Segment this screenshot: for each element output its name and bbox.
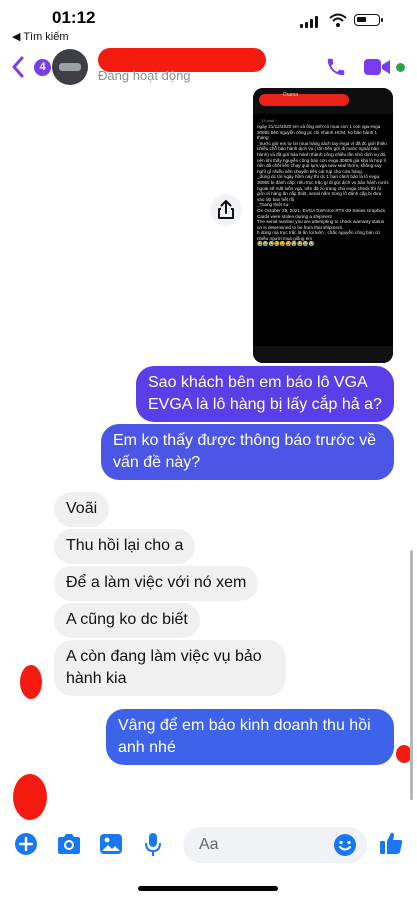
message-composer: Aa xyxy=(0,824,417,868)
attachment-subtitle: 13 phút · xyxy=(261,118,277,123)
image-attachment[interactable]: Drama 13 phút · ngày 21/12/2020 em và ôn… xyxy=(253,88,393,363)
incoming-message[interactable]: Để a làm việc với nó xem xyxy=(54,566,259,601)
share-icon xyxy=(218,200,234,219)
outgoing-message[interactable]: Vâng để em báo kinh doanh thu hồi anh nh… xyxy=(106,709,394,765)
unread-badge: 4 xyxy=(34,59,51,76)
gallery-icon[interactable] xyxy=(99,832,123,856)
phone-call-icon[interactable] xyxy=(325,56,347,78)
plus-icon[interactable] xyxy=(14,832,38,856)
home-indicator xyxy=(138,886,278,891)
camera-icon[interactable] xyxy=(56,832,82,856)
message-input-placeholder: Aa xyxy=(199,836,219,853)
emoji-icon[interactable] xyxy=(333,833,357,857)
attachment-post-text: ngày 21/12/2020 em và ông anh có mua con… xyxy=(257,124,390,247)
battery-icon xyxy=(354,14,383,26)
sender-avatar-redacted xyxy=(20,665,42,699)
wifi-icon xyxy=(329,13,347,27)
attachment-name-redacted xyxy=(259,94,349,106)
back-to-search-link[interactable]: ◀ Tìm kiếm xyxy=(12,30,69,43)
status-bar: 01:12 ◀ Tìm kiếm xyxy=(0,0,417,44)
outgoing-message[interactable]: Sao khách bên em báo lô VGA EVGA là lô h… xyxy=(136,366,394,422)
back-button[interactable]: 4 xyxy=(10,54,51,80)
cellular-signal-icon xyxy=(300,16,320,28)
share-button[interactable] xyxy=(210,194,242,226)
incoming-message[interactable]: A còn đang làm việc vụ bảo hành kia xyxy=(54,640,286,696)
contact-avatar[interactable] xyxy=(52,49,88,85)
active-status: Đang hoạt động xyxy=(98,68,191,83)
incoming-message[interactable]: A cũng ko dc biết xyxy=(54,603,200,638)
typing-avatar-redacted xyxy=(13,774,47,820)
video-call-icon[interactable] xyxy=(363,57,391,77)
attachment-nav-bar xyxy=(253,346,393,363)
chat-header: 4 Đang hoạt động xyxy=(0,44,417,92)
outgoing-message[interactable]: Em ko thấy được thông báo trước về vấn đ… xyxy=(101,424,394,480)
thumbs-up-icon[interactable] xyxy=(378,830,404,856)
incoming-message[interactable]: Thu hồi lại cho a xyxy=(54,529,196,564)
microphone-icon[interactable] xyxy=(143,832,163,858)
clock: 01:12 xyxy=(52,8,96,27)
message-input[interactable]: Aa xyxy=(183,827,367,863)
attachment-title: Drama xyxy=(283,92,299,98)
online-indicator xyxy=(396,63,405,72)
chevron-left-icon xyxy=(12,56,24,78)
incoming-message[interactable]: Voãi xyxy=(54,492,110,527)
scrollbar[interactable] xyxy=(410,550,413,800)
